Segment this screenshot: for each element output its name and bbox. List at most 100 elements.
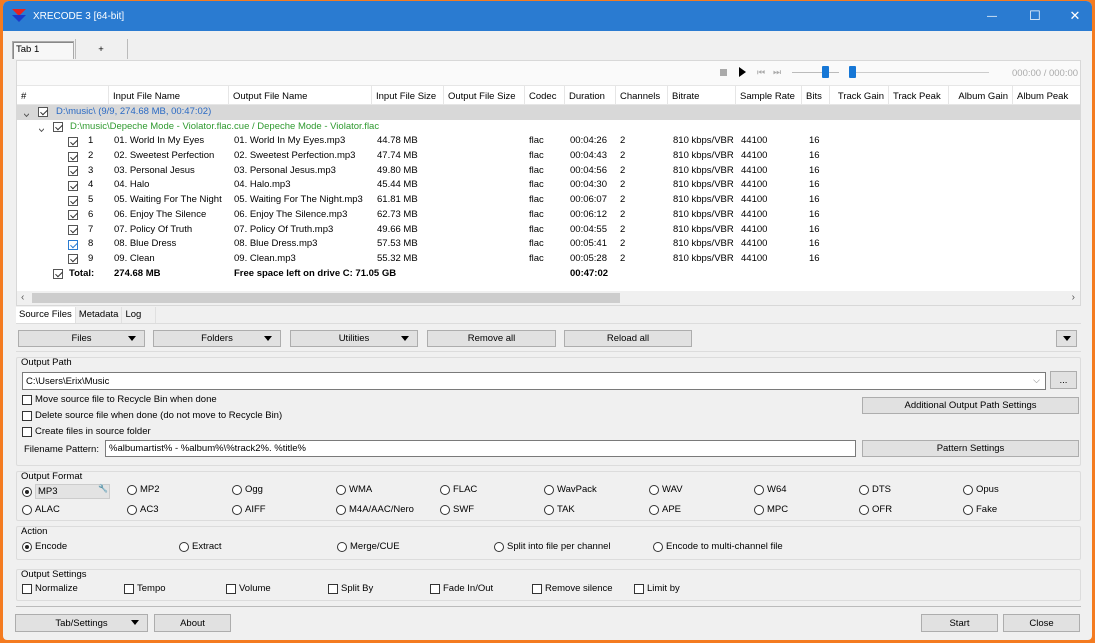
track-checkbox[interactable] (68, 180, 78, 191)
volume-slider[interactable] (792, 66, 839, 78)
folder-checkbox[interactable] (38, 107, 48, 118)
format-wavpack[interactable]: WavPack (544, 484, 597, 495)
about-button[interactable]: About (154, 614, 231, 632)
col-channels[interactable]: Channels (616, 86, 668, 106)
volume-slider-thumb[interactable] (822, 66, 829, 78)
stop-button[interactable] (720, 69, 727, 76)
tab-log[interactable]: Log (122, 307, 157, 323)
action-split-into-file-per-channel[interactable]: Split into file per channel (494, 541, 611, 552)
utilities-dropdown-button[interactable]: Utilities (290, 330, 418, 347)
format-alac[interactable]: ALAC (22, 504, 60, 515)
expand-chevron-icon[interactable] (24, 108, 29, 119)
track-row[interactable]: 4 04. Halo 04. Halo.mp3 45.44 MB flac 00:04:3… (17, 178, 1080, 193)
browse-button[interactable]: ... (1050, 371, 1077, 389)
reload-all-button[interactable]: Reload all (564, 330, 692, 347)
scrollbar-thumb[interactable] (32, 293, 620, 303)
scroll-right-icon[interactable]: › (1072, 292, 1075, 303)
col-input-file-size[interactable]: Input File Size (372, 86, 444, 106)
track-row[interactable]: 7 07. Policy Of Truth 07. Policy Of Truth.… (17, 223, 1080, 238)
format-ac3[interactable]: AC3 (127, 504, 158, 515)
previous-button[interactable]: ⏮ (757, 67, 766, 77)
setting-remove-silence-checkbox[interactable]: Remove silence (532, 583, 613, 594)
expand-chevron-icon[interactable] (39, 123, 44, 134)
start-button[interactable]: Start (921, 614, 998, 632)
format-mpc[interactable]: MPC (754, 504, 788, 515)
setting-split-by-checkbox[interactable]: Split By (328, 583, 373, 594)
format-opus[interactable]: Opus (963, 484, 999, 495)
col-bitrate[interactable]: Bitrate (668, 86, 736, 106)
filename-pattern-input[interactable]: %albumartist% - %album%\%track2%. %title… (105, 440, 856, 457)
format-mp3[interactable]: MP3 🔧 (22, 484, 110, 499)
cue-checkbox[interactable] (53, 122, 63, 133)
wrench-icon[interactable]: 🔧 (98, 484, 108, 493)
next-button[interactable]: ⏭ (773, 67, 782, 77)
track-row[interactable]: 1 01. World In My Eyes 01. World In My Eye… (17, 134, 1080, 149)
track-row[interactable]: 8 08. Blue Dress 08. Blue Dress.mp3 57.53 M… (17, 237, 1080, 252)
folders-dropdown-button[interactable]: Folders (153, 330, 281, 347)
maximize-button[interactable]: ☐ (1015, 1, 1055, 31)
action-extract[interactable]: Extract (179, 541, 222, 552)
track-checkbox[interactable] (68, 136, 78, 147)
move-recycle-checkbox[interactable]: Move source file to Recycle Bin when don… (22, 394, 217, 405)
col-bits[interactable]: Bits (802, 86, 830, 106)
delete-source-checkbox[interactable]: Delete source file when done (do not mov… (22, 410, 282, 421)
format-tak[interactable]: TAK (544, 504, 575, 515)
track-row[interactable]: 6 06. Enjoy The Silence 06. Enjoy The Sile… (17, 208, 1080, 223)
close-button[interactable]: Close (1003, 614, 1080, 632)
col-codec[interactable]: Codec (525, 86, 565, 106)
format-ofr[interactable]: OFR (859, 504, 892, 515)
cue-group-row[interactable]: D:\music\Depeche Mode - Violator.flac.cu… (17, 120, 1080, 135)
track-row[interactable]: 5 05. Waiting For The Night 05. Waiting Fo… (17, 193, 1080, 208)
setting-limit-by-checkbox[interactable]: Limit by (634, 583, 680, 594)
horizontal-scrollbar[interactable]: ‹ › (17, 291, 1080, 305)
track-row[interactable]: 3 03. Personal Jesus 03. Personal Jesus.mp… (17, 164, 1080, 179)
track-checkbox[interactable] (68, 239, 78, 250)
format-aiff[interactable]: AIFF (232, 504, 266, 515)
track-checkbox[interactable] (68, 151, 78, 162)
format-wma[interactable]: WMA (336, 484, 372, 495)
track-checkbox[interactable] (68, 254, 78, 265)
scroll-left-icon[interactable]: ‹ (21, 292, 24, 303)
col-number[interactable]: # (17, 86, 109, 106)
format-w64[interactable]: W64 (754, 484, 787, 495)
format-swf[interactable]: SWF (440, 504, 474, 515)
files-dropdown-button[interactable]: Files (18, 330, 145, 347)
track-checkbox[interactable] (68, 166, 78, 177)
tab-1[interactable]: Tab 1 (12, 41, 74, 59)
track-checkbox[interactable] (68, 224, 78, 236)
add-tab-button[interactable]: + (76, 41, 126, 59)
format-ape[interactable]: APE (649, 504, 681, 515)
col-input-file-name[interactable]: Input File Name (109, 86, 229, 106)
format-m4a-aac-nero[interactable]: M4A/AAC/Nero (336, 504, 414, 515)
col-track-gain[interactable]: Track Gain (830, 86, 889, 106)
additional-output-settings-button[interactable]: Additional Output Path Settings (862, 397, 1079, 414)
format-fake[interactable]: Fake (963, 504, 997, 515)
more-actions-button[interactable] (1056, 330, 1077, 347)
setting-fade-in-out-checkbox[interactable]: Fade In/Out (430, 583, 493, 594)
close-window-button[interactable]: ✕ (1055, 1, 1092, 31)
track-row[interactable]: 9 09. Clean 09. Clean.mp3 55.32 MB flac 00:05… (17, 252, 1080, 267)
action-encode[interactable]: Encode (22, 541, 67, 552)
folder-group-row[interactable]: D:\music\ (9/9, 274.68 MB, 00:47:02) (17, 105, 1080, 120)
action-encode-to-multi-channel-file[interactable]: Encode to multi-channel file (653, 541, 783, 552)
total-checkbox[interactable] (53, 269, 63, 280)
tab-source-files[interactable]: Source Files (16, 307, 76, 323)
format-mp2[interactable]: MP2 (127, 484, 160, 495)
setting-tempo-checkbox[interactable]: Tempo (124, 583, 166, 594)
minimize-button[interactable]: — (972, 1, 1012, 31)
action-merge-cue[interactable]: Merge/CUE (337, 541, 400, 552)
pattern-settings-button[interactable]: Pattern Settings (862, 440, 1079, 457)
col-output-file-name[interactable]: Output File Name (229, 86, 372, 106)
col-sample-rate[interactable]: Sample Rate (736, 86, 802, 106)
create-in-source-checkbox[interactable]: Create files in source folder (22, 426, 151, 437)
play-button[interactable] (739, 67, 746, 77)
col-output-file-size[interactable]: Output File Size (444, 86, 525, 106)
tab-settings-dropdown-button[interactable]: Tab/Settings (15, 614, 148, 632)
tab-metadata[interactable]: Metadata (75, 307, 123, 323)
setting-normalize-checkbox[interactable]: Normalize (22, 583, 78, 594)
format-wav[interactable]: WAV (649, 484, 683, 495)
track-checkbox[interactable] (68, 195, 78, 206)
track-row[interactable]: 2 02. Sweetest Perfection 02. Sweetest Per… (17, 149, 1080, 164)
seek-slider[interactable] (849, 66, 989, 78)
col-album-peak[interactable]: Album Peak (1013, 86, 1073, 106)
